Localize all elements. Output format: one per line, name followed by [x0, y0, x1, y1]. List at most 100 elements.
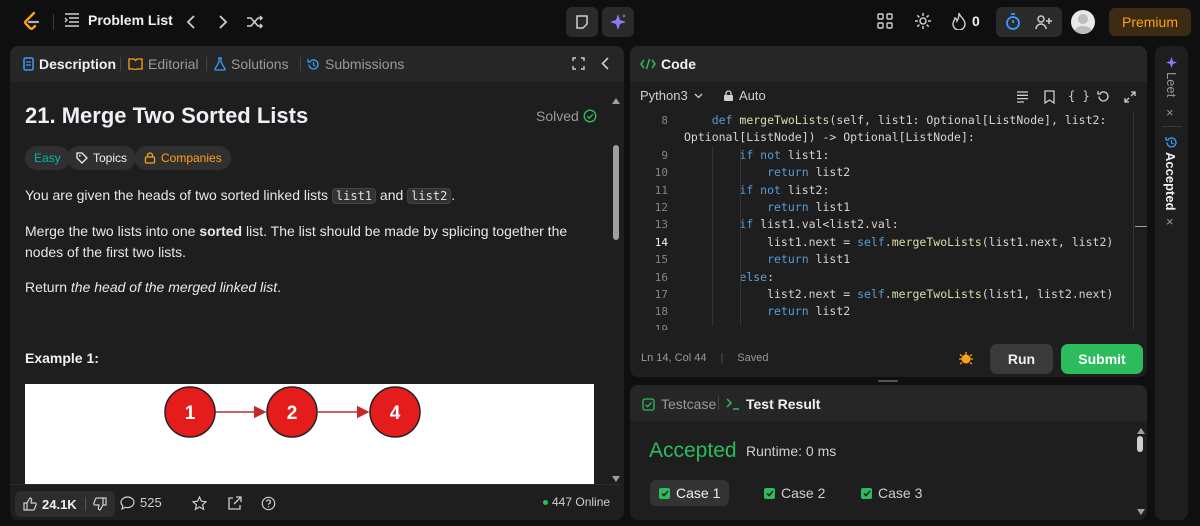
timer-group [996, 7, 1062, 37]
node-label: 2 [287, 403, 298, 424]
tab-test-result[interactable]: Test Result [726, 396, 820, 412]
next-problem-button[interactable] [213, 12, 233, 32]
panel-resize-handle[interactable] [878, 380, 898, 382]
description-scrollbar-thumb[interactable] [613, 145, 619, 240]
add-user-icon[interactable] [1035, 14, 1053, 30]
auto-mode-toggle[interactable]: Auto [723, 88, 766, 103]
code-brackets-icon [640, 58, 656, 70]
status-divider: | [720, 352, 724, 364]
code-editor[interactable]: 8 def mergeTwoLists(self, list1: Optiona… [630, 112, 1147, 330]
tab-testcase[interactable]: Testcase [642, 396, 716, 412]
star-icon[interactable] [192, 496, 207, 511]
user-avatar-icon [1073, 14, 1093, 34]
case-2-button[interactable]: Case 2 [755, 480, 834, 506]
list-node: 2 [266, 386, 318, 438]
para3-text: Return [25, 279, 71, 295]
help-icon[interactable] [261, 496, 276, 511]
scroll-up-icon[interactable] [612, 98, 620, 104]
code-line: return list1 [767, 252, 851, 267]
dislike-button[interactable] [86, 491, 114, 517]
stopwatch-icon[interactable] [1005, 13, 1021, 31]
prev-problem-button[interactable] [181, 12, 201, 32]
format-icon[interactable] [1016, 91, 1029, 103]
description-panel: Description Editorial Solutions Submissi… [10, 46, 624, 520]
result-tabs-bar: Testcase Test Result [630, 385, 1147, 421]
language-select[interactable]: Python3 [640, 88, 703, 103]
line-number: 17 [654, 288, 668, 301]
run-button[interactable]: Run [990, 344, 1053, 374]
check-icon [764, 487, 775, 499]
line-number: 14 [654, 235, 668, 249]
comments-button[interactable]: 525 [120, 495, 162, 510]
fullscreen-icon[interactable] [572, 57, 585, 70]
code-tab[interactable]: Code [640, 56, 696, 72]
tab-solutions[interactable]: Solutions [214, 56, 289, 72]
language-label: Python3 [640, 88, 688, 103]
ai-assistant-button[interactable] [602, 7, 634, 37]
para3-text-end: . [277, 279, 282, 295]
expand-icon[interactable] [1124, 91, 1136, 103]
tab-description[interactable]: Description [23, 56, 116, 72]
indent-guide [740, 146, 741, 326]
problem-title: 21. Merge Two Sorted Lists [25, 103, 309, 128]
line-number: 8 [661, 114, 668, 127]
collapse-panel-icon[interactable] [601, 57, 609, 70]
random-problem-button[interactable] [245, 12, 265, 32]
companies-tag[interactable]: Companies [135, 146, 231, 170]
tab-submissions[interactable]: Submissions [307, 56, 404, 72]
line-number: 9 [661, 148, 668, 162]
leetcode-logo-icon[interactable] [20, 10, 44, 34]
leet-tab[interactable]: Leet [1164, 72, 1179, 97]
topics-tag[interactable]: Topics [67, 146, 137, 170]
lock-icon [724, 89, 733, 101]
line-number: 15 [654, 253, 668, 267]
scroll-down-icon[interactable] [612, 476, 620, 482]
description-tabs-bar: Description Editorial Solutions Submissi… [10, 46, 624, 82]
braces-icon[interactable]: { } [1068, 89, 1090, 103]
tab-editorial[interactable]: Editorial [128, 56, 199, 72]
tab-divider [300, 57, 301, 71]
scroll-down-icon[interactable] [1137, 509, 1145, 515]
premium-button[interactable]: Premium [1109, 8, 1191, 36]
chevron-down-icon [694, 93, 703, 98]
cursor-position: Ln 14, Col 44 [641, 352, 707, 364]
like-button[interactable]: 24.1K [15, 491, 85, 517]
para2-text: Merge the two lists into one [25, 223, 200, 239]
case-1-button[interactable]: Case 1 [650, 480, 730, 506]
thumbs-up-icon [23, 497, 37, 511]
document-icon [23, 57, 34, 71]
accepted-tab[interactable]: Accepted [1163, 152, 1178, 211]
layout-button[interactable] [876, 12, 894, 30]
result-panel: Testcase Test Result Accepted Runtime: 0… [630, 385, 1147, 520]
settings-button[interactable] [914, 12, 932, 30]
close-icon[interactable]: × [1166, 214, 1174, 229]
node-label: 1 [185, 403, 196, 424]
top-navbar: Problem List 0 Premium [0, 0, 1200, 44]
avatar[interactable] [1071, 10, 1095, 34]
online-count: 447 Online [543, 495, 610, 509]
scroll-up-icon[interactable] [1137, 428, 1145, 434]
comment-count: 525 [140, 495, 162, 510]
problem-list-button[interactable]: Problem List [64, 12, 173, 28]
result-scrollbar-thumb[interactable] [1137, 436, 1143, 452]
runtime-text: Runtime: 0 ms [746, 443, 837, 459]
submit-button[interactable]: Submit [1061, 344, 1143, 374]
online-dot [543, 499, 548, 505]
notes-button[interactable] [566, 7, 598, 37]
book-icon [128, 58, 143, 70]
tab-submissions-label: Submissions [325, 56, 405, 72]
line-number: 16 [654, 270, 668, 284]
close-icon[interactable]: × [1166, 105, 1174, 120]
bookmark-icon[interactable] [1044, 90, 1055, 104]
editor-scroll-marker [1135, 226, 1147, 227]
share-icon[interactable] [227, 496, 242, 511]
difficulty-tag[interactable]: Easy [25, 146, 70, 170]
terminal-icon [726, 398, 739, 410]
case-3-button[interactable]: Case 3 [852, 480, 931, 506]
streak-counter[interactable]: 0 [952, 12, 980, 30]
para1-text: You are given the heads of two sorted li… [25, 187, 332, 203]
reset-icon[interactable] [1097, 90, 1110, 103]
strip-divider [1162, 126, 1182, 127]
debug-icon[interactable] [958, 350, 974, 366]
para1-text-end: . [451, 187, 456, 203]
